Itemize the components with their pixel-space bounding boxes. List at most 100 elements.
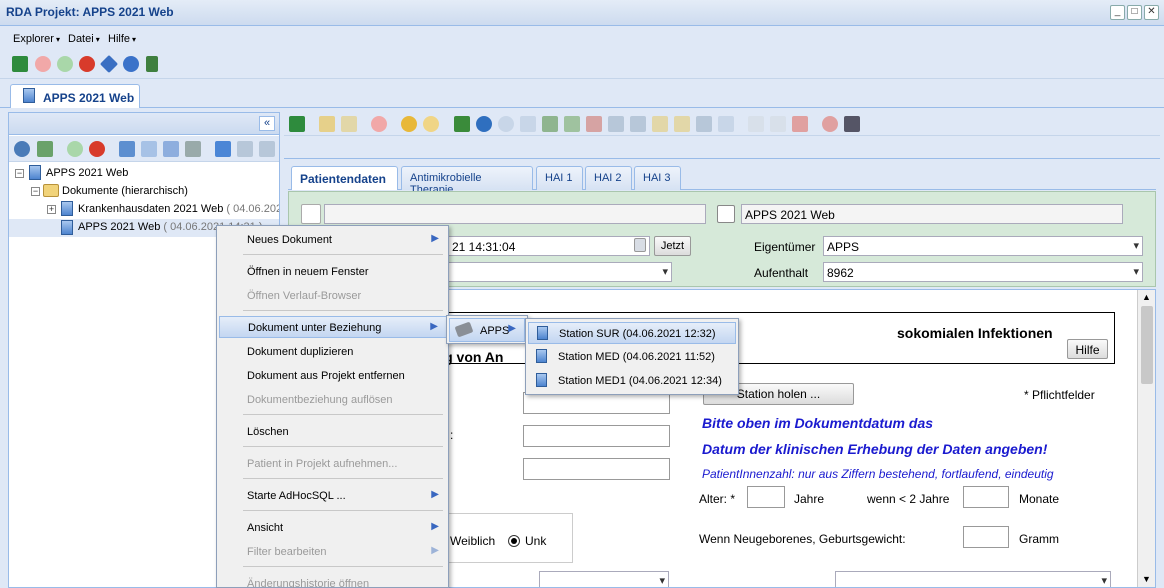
menu-item-entfernen[interactable]: Dokument aus Projekt entfernen bbox=[219, 365, 447, 387]
users-icon[interactable] bbox=[259, 141, 275, 157]
import-icon[interactable] bbox=[37, 141, 53, 157]
minimize-icon[interactable]: _ bbox=[1110, 5, 1125, 20]
undo-icon[interactable] bbox=[35, 56, 51, 72]
submenu-item-station-sur[interactable]: Station SUR (04.06.2021 12:32) bbox=[528, 322, 736, 344]
form-input-3[interactable] bbox=[523, 458, 670, 480]
save-doc-icon[interactable] bbox=[289, 116, 305, 132]
scroll-down-icon[interactable]: ▼ bbox=[1142, 574, 1151, 584]
binoculars-icon[interactable] bbox=[542, 116, 558, 132]
table-edit-icon[interactable] bbox=[608, 116, 624, 132]
menu-item-filter-bearbeiten[interactable]: Filter bearbeiten ▶ bbox=[219, 541, 447, 563]
collapse-node-icon[interactable]: − bbox=[15, 169, 24, 178]
lock-icon[interactable] bbox=[341, 116, 357, 132]
zoom-icon[interactable] bbox=[748, 116, 764, 132]
app-tab[interactable]: APPS 2021 Web bbox=[10, 84, 140, 108]
menu-hilfe[interactable]: Hilfe bbox=[108, 33, 136, 45]
table-add-icon[interactable] bbox=[564, 116, 580, 132]
upload-icon[interactable] bbox=[454, 116, 470, 132]
table-settings-icon[interactable] bbox=[630, 116, 646, 132]
tree-node-folder[interactable]: − Dokumente (hierarchisch) bbox=[29, 183, 269, 201]
new-doc-icon[interactable] bbox=[215, 141, 231, 157]
home-icon[interactable] bbox=[14, 141, 30, 157]
add-node-icon[interactable] bbox=[67, 141, 83, 157]
project-field[interactable]: APPS 2021 Web bbox=[741, 204, 1123, 224]
table-remove-icon[interactable] bbox=[586, 116, 602, 132]
menu-item-duplizieren[interactable]: Dokument duplizieren bbox=[219, 341, 447, 363]
form-input-2[interactable] bbox=[523, 425, 670, 447]
form-select-bottom-left[interactable] bbox=[539, 571, 669, 587]
submenu-item-apps[interactable]: APPS ▶ bbox=[449, 318, 525, 342]
pin-icon[interactable] bbox=[185, 141, 201, 157]
header-select-2[interactable] bbox=[448, 262, 672, 282]
collapse-folder-icon[interactable]: − bbox=[31, 187, 40, 196]
menu-item-neues-dokument[interactable]: Neues Dokument ▶ bbox=[219, 229, 447, 251]
maximize-icon[interactable]: □ bbox=[1127, 5, 1142, 20]
save-icon[interactable] bbox=[12, 56, 28, 72]
form-select-bottom-right[interactable] bbox=[835, 571, 1111, 587]
edit-icon[interactable] bbox=[319, 116, 335, 132]
tab-hai3[interactable]: HAI 3 bbox=[634, 166, 681, 190]
help-icon[interactable] bbox=[123, 56, 139, 72]
form-input-1[interactable] bbox=[523, 392, 670, 414]
properties-icon[interactable] bbox=[844, 116, 860, 132]
back-icon[interactable] bbox=[401, 116, 417, 132]
collapse-panel-icon[interactable]: « bbox=[259, 116, 275, 131]
scroll-thumb[interactable] bbox=[1141, 306, 1153, 384]
close-window-icon[interactable]: ✕ bbox=[1144, 5, 1159, 20]
lock-open-icon[interactable] bbox=[674, 116, 690, 132]
tab-hai1[interactable]: HAI 1 bbox=[536, 166, 583, 190]
delete-icon[interactable] bbox=[79, 56, 95, 72]
birth-weight-input[interactable] bbox=[963, 526, 1009, 548]
move-disabled-icon[interactable] bbox=[141, 141, 157, 157]
info-icon[interactable] bbox=[498, 116, 514, 132]
diamond-icon[interactable] bbox=[99, 54, 119, 74]
menu-item-dokument-unter-beziehung[interactable]: Dokument unter Beziehung ▶ bbox=[219, 316, 447, 338]
move-icon[interactable] bbox=[119, 141, 135, 157]
patient-field[interactable] bbox=[324, 204, 706, 224]
tree-node-root[interactable]: − APPS 2021 Web bbox=[13, 165, 273, 183]
menu-item-oeffnen-fenster[interactable]: Öffnen in neuem Fenster bbox=[219, 261, 447, 283]
menu-item-ansicht[interactable]: Ansicht ▶ bbox=[219, 517, 447, 539]
project-field-icon[interactable] bbox=[717, 205, 735, 223]
menu-item-adhocsql[interactable]: Starte AdHocSQL ... ▶ bbox=[219, 485, 447, 507]
expand-doc-icon[interactable]: + bbox=[47, 205, 56, 214]
link-icon[interactable] bbox=[237, 141, 253, 157]
menu-item-loeschen[interactable]: Löschen bbox=[219, 421, 447, 443]
export-icon[interactable] bbox=[520, 116, 536, 132]
cancel-icon[interactable] bbox=[371, 116, 387, 132]
tab-hai2[interactable]: HAI 2 bbox=[585, 166, 632, 190]
age-years-input[interactable] bbox=[747, 486, 785, 508]
menu-explorer[interactable]: Explorer bbox=[13, 33, 60, 45]
menu-item-beziehung-aufloesen[interactable]: Dokumentbeziehung auflösen bbox=[219, 389, 447, 411]
submenu-item-station-med[interactable]: Station MED (04.06.2021 11:52) bbox=[528, 346, 736, 368]
submenu-item-station-med1[interactable]: Station MED1 (04.06.2021 12:34) bbox=[528, 370, 736, 392]
history-icon[interactable] bbox=[822, 116, 838, 132]
menu-item-patient-aufnehmen[interactable]: Patient in Projekt aufnehmen... bbox=[219, 453, 447, 475]
add-icon[interactable] bbox=[57, 56, 73, 72]
note-icon[interactable] bbox=[718, 116, 734, 132]
tab-antimikrobielle-therapie[interactable]: Antimikrobielle Therapie bbox=[401, 166, 533, 196]
help-button[interactable]: Hilfe bbox=[1067, 339, 1108, 359]
sex-unknown-radio[interactable] bbox=[508, 535, 520, 547]
document-datetime-field[interactable]: 21 14:31:04 bbox=[448, 236, 650, 256]
report-icon[interactable] bbox=[770, 116, 786, 132]
tree-node-doc1[interactable]: + Krankenhausdaten 2021 Web ( 04.06.202 bbox=[45, 201, 279, 219]
patient-icon[interactable] bbox=[301, 204, 321, 224]
menu-item-verlauf-browser[interactable]: Öffnen Verlauf-Browser bbox=[219, 285, 447, 307]
pdf-icon[interactable] bbox=[792, 116, 808, 132]
scroll-up-icon[interactable]: ▲ bbox=[1142, 292, 1151, 302]
jetzt-button[interactable]: Jetzt bbox=[654, 236, 691, 256]
age-months-input[interactable] bbox=[963, 486, 1009, 508]
tab-patientendaten[interactable]: Patientendaten bbox=[291, 166, 398, 190]
calendar-icon[interactable] bbox=[634, 238, 646, 252]
remove-node-icon[interactable] bbox=[89, 141, 105, 157]
menu-datei[interactable]: Datei bbox=[68, 33, 100, 45]
stay-select[interactable]: 8962 bbox=[823, 262, 1143, 282]
forward-icon[interactable] bbox=[423, 116, 439, 132]
owner-select[interactable]: APPS bbox=[823, 236, 1143, 256]
fit-icon[interactable] bbox=[696, 116, 712, 132]
menu-item-aenderungshistorie[interactable]: Änderungshistorie öffnen bbox=[219, 573, 447, 588]
form-scrollbar[interactable]: ▲ ▼ bbox=[1137, 290, 1155, 587]
lock-closed-icon[interactable] bbox=[652, 116, 668, 132]
refresh-icon[interactable] bbox=[476, 116, 492, 132]
